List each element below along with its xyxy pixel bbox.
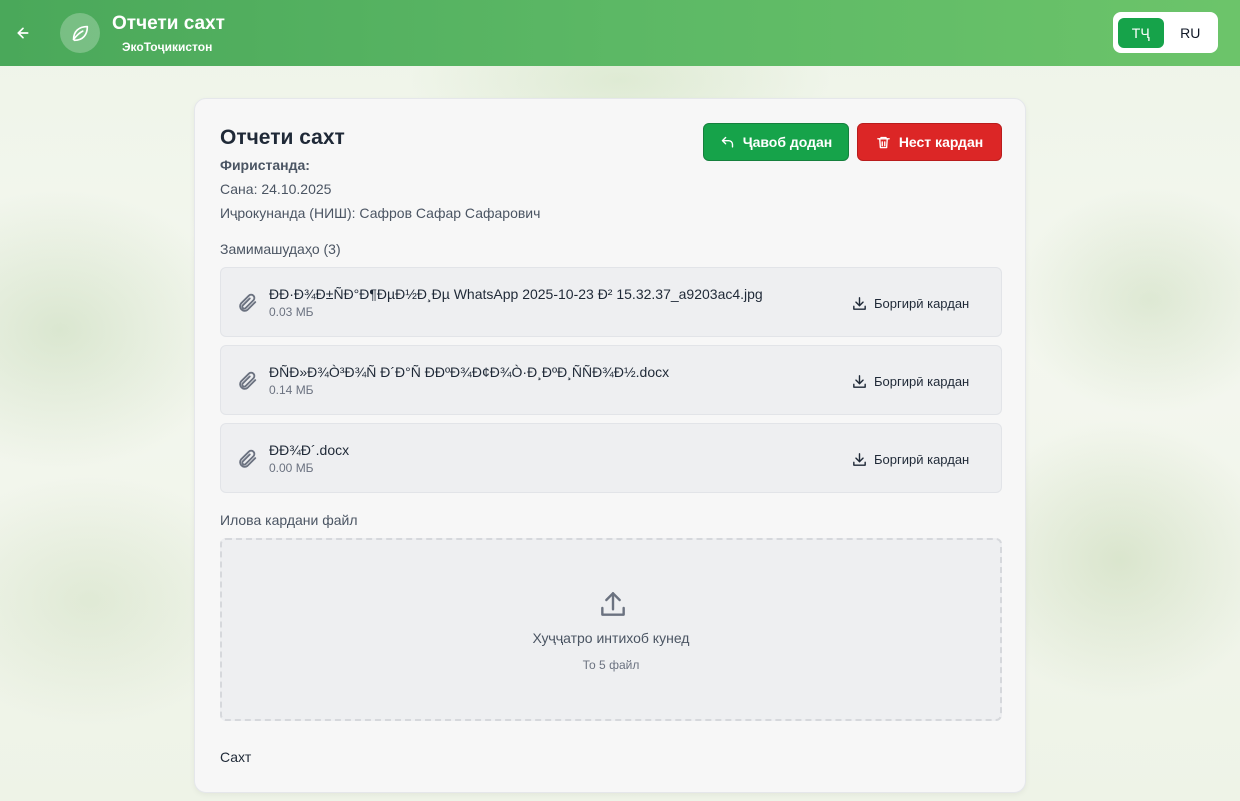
attachment-item: ÐÐ¾Ð´.docx 0.00 МБ Боргирӣ кардан <box>220 423 1002 493</box>
file-dropzone[interactable]: Хуҷҷатро интихоб кунед То 5 файл <box>220 538 1002 721</box>
app-header: Отчети сахт ЭкоТоҷикистон ТҶ RU <box>0 0 1240 66</box>
page-title: Отчети сахт <box>112 13 225 34</box>
content-label: Сахт <box>220 749 252 765</box>
upload-icon <box>601 592 625 616</box>
executor-row: Иҷрокунанда (НИШ): Сафров Сафар Сафарови… <box>220 205 540 221</box>
upload-label: Илова кардани файл <box>220 512 358 528</box>
attachment-item: ÐÐ·Ð¾Ð±ÑÐ°Ð¶ÐµÐ½Ð¸Ðµ WhatsApp 2025-10-23… <box>220 267 1002 337</box>
attachment-size: 0.14 МБ <box>269 383 314 397</box>
lang-ru-button[interactable]: RU <box>1168 18 1214 48</box>
download-label: Боргирӣ кардан <box>874 295 970 311</box>
download-button[interactable]: Боргирӣ кардан <box>851 292 969 314</box>
delete-button[interactable]: Нест кардан <box>857 123 1002 161</box>
date-label: Сана: <box>220 181 258 197</box>
document-card: Отчети сахт Фиристанда: Сана: 24.10.2025… <box>194 98 1026 793</box>
executor-value: Сафров Сафар Сафарович <box>359 205 541 221</box>
attachment-name: ÐÐ¾Ð´.docx <box>269 442 350 458</box>
language-switch: ТҶ RU <box>1113 12 1218 53</box>
paperclip-icon <box>239 449 257 468</box>
date-row: Сана: 24.10.2025 <box>220 181 331 197</box>
reply-button-label: Ҷавоб додан <box>742 134 833 150</box>
attachment-item: ÐÑÐ»Ð¾Ò³Ð¾Ñ Ð´Ð°Ñ ÐÐºÐ¾Ð¢Ð¾Ò·Ð¸ÐºÐ¸ÑÑÐ¾Ð… <box>220 345 1002 415</box>
paperclip-icon <box>239 293 257 312</box>
date-value: 24.10.2025 <box>261 181 332 197</box>
app-subtitle: ЭкоТоҷикистон <box>122 40 213 54</box>
paperclip-icon <box>239 371 257 390</box>
leaf-logo <box>60 13 100 53</box>
attachment-name: ÐÑÐ»Ð¾Ò³Ð¾Ñ Ð´Ð°Ñ ÐÐºÐ¾Ð¢Ð¾Ò·Ð¸ÐºÐ¸ÑÑÐ¾Ð… <box>269 364 670 380</box>
attachment-name: ÐÐ·Ð¾Ð±ÑÐ°Ð¶ÐµÐ½Ð¸Ðµ WhatsApp 2025-10-23… <box>269 286 763 302</box>
executor-label: Иҷрокунанда (НИШ): <box>220 205 356 221</box>
download-icon <box>853 374 866 388</box>
download-button[interactable]: Боргирӣ кардан <box>851 448 969 470</box>
upload-hint: То 5 файл <box>582 658 640 672</box>
sender-row: Фиристанда: <box>220 157 310 173</box>
sender-label: Фиристанда: <box>220 157 310 173</box>
leaf-icon <box>72 25 89 42</box>
lang-tj-button[interactable]: ТҶ <box>1118 17 1164 48</box>
trash-icon <box>877 136 890 148</box>
arrow-left-icon <box>17 27 29 39</box>
download-label: Боргирӣ кардан <box>874 451 970 467</box>
download-label: Боргирӣ кардан <box>874 373 970 389</box>
download-icon <box>853 452 866 466</box>
document-title: Отчети сахт <box>220 126 345 149</box>
reply-icon <box>721 136 733 148</box>
reply-button[interactable]: Ҷавоб додан <box>703 123 849 161</box>
attachments-label: Замимашудаҳо (3) <box>220 241 341 257</box>
back-button[interactable] <box>12 22 34 44</box>
delete-button-label: Нест кардан <box>898 134 984 150</box>
download-button[interactable]: Боргирӣ кардан <box>851 370 969 392</box>
upload-prompt: Хуҷҷатро интихоб кунед <box>532 630 690 646</box>
download-icon <box>853 296 866 310</box>
attachment-size: 0.00 МБ <box>269 461 314 475</box>
attachment-size: 0.03 МБ <box>269 305 314 319</box>
